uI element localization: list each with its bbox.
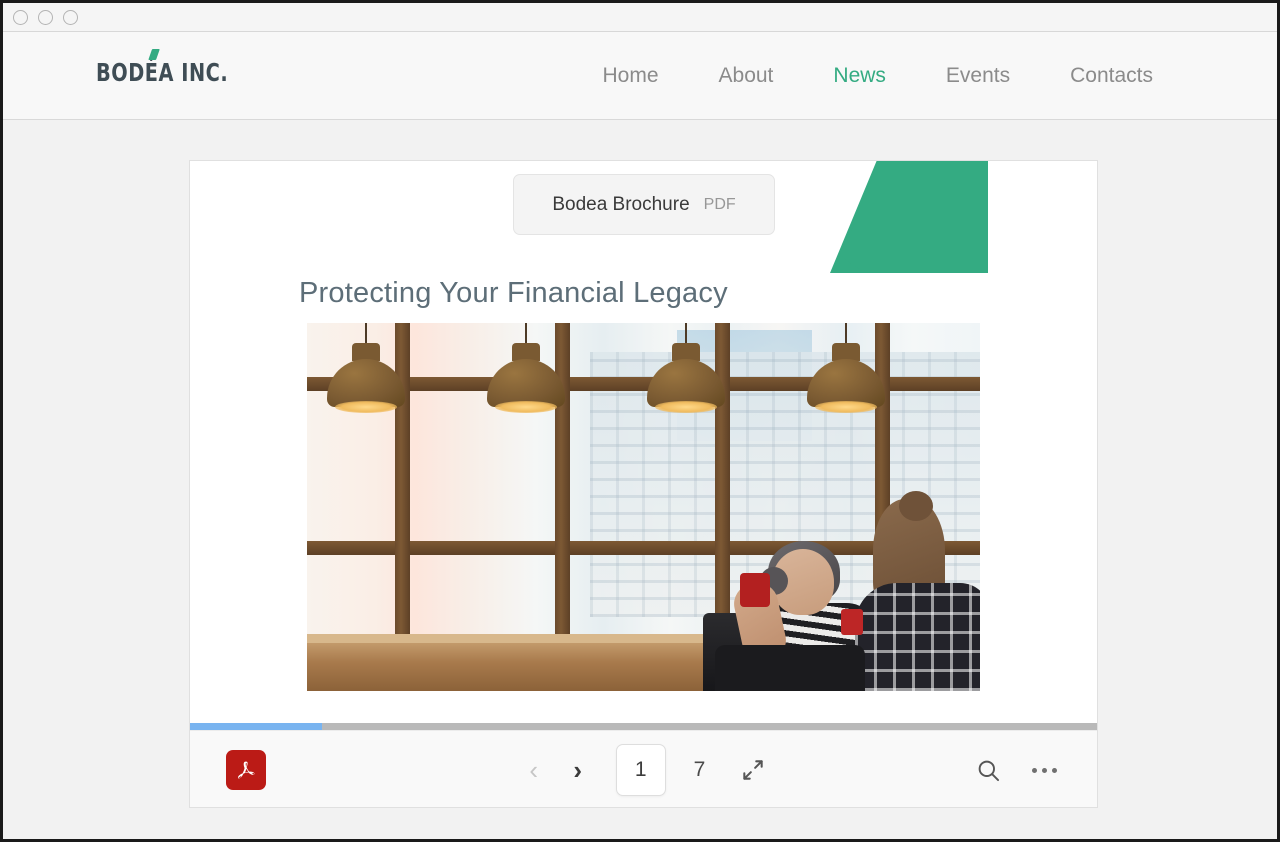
site-header: BODÉA INC. Home About News Events Contac… — [3, 32, 1277, 120]
nav-item-about[interactable]: About — [689, 64, 804, 88]
site-logo[interactable]: BODÉA INC. — [96, 49, 229, 87]
current-page-input[interactable]: 1 — [615, 744, 666, 796]
site-logo-text: BODÉA INC. — [96, 58, 229, 87]
photo-red-mug-2 — [841, 609, 863, 635]
pdf-page-canvas[interactable]: Bodea Brochure PDF Protecting Your Finan… — [190, 161, 1097, 723]
pdf-toolbar: ‹ › 1 7 — [190, 730, 1097, 807]
browser-window: BODÉA INC. Home About News Events Contac… — [0, 0, 1280, 842]
next-page-button[interactable]: › — [556, 748, 600, 792]
file-type-label: PDF — [703, 195, 736, 213]
nav-item-home[interactable]: Home — [572, 64, 688, 88]
photo-person-plaid-shirt — [841, 491, 980, 691]
previous-page-button[interactable]: ‹ — [512, 748, 556, 792]
nav-item-events[interactable]: Events — [916, 64, 1040, 88]
window-close-button[interactable] — [13, 9, 28, 25]
pdf-page-controls: ‹ › 1 7 — [190, 731, 1097, 807]
hero-photo — [307, 323, 980, 691]
photo-chair — [715, 645, 865, 691]
more-options-icon[interactable] — [1024, 767, 1065, 773]
document-title: Protecting Your Financial Legacy — [299, 277, 728, 309]
pdf-viewer-card: Bodea Brochure PDF Protecting Your Finan… — [189, 160, 1098, 808]
file-name-label: Bodea Brochure — [552, 193, 690, 215]
search-icon[interactable] — [966, 748, 1010, 792]
page-progress-bar[interactable] — [190, 723, 1097, 730]
pdf-toolbar-right — [966, 731, 1065, 807]
total-pages-label: 7 — [693, 758, 706, 781]
green-decorative-shape — [830, 161, 988, 273]
photo-red-mug-1 — [740, 573, 770, 607]
window-titlebar — [3, 3, 1277, 32]
nav-item-contacts[interactable]: Contacts — [1040, 64, 1183, 88]
window-minimize-button[interactable] — [38, 9, 53, 25]
file-name-chip[interactable]: Bodea Brochure PDF — [513, 174, 775, 235]
window-maximize-button[interactable] — [63, 9, 78, 25]
page-progress-fill — [190, 723, 323, 730]
main-navigation: Home About News Events Contacts — [572, 32, 1183, 120]
fullscreen-icon[interactable] — [731, 748, 775, 792]
nav-item-news[interactable]: News — [803, 64, 916, 88]
